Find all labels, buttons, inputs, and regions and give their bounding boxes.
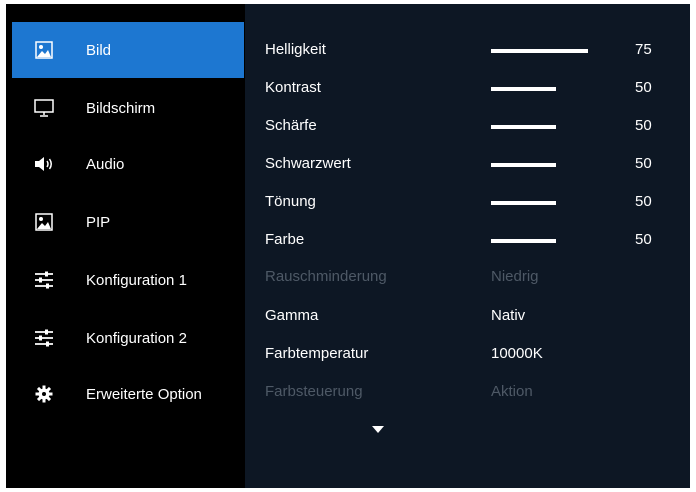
setting-label: Farbtemperatur: [265, 345, 369, 362]
level-bar[interactable]: [491, 87, 556, 91]
setting-value: 50: [635, 231, 652, 248]
setting-label: Schwarzwert: [265, 155, 351, 172]
level-bar[interactable]: [491, 201, 556, 205]
level-bar[interactable]: [491, 125, 556, 129]
sidebar-item-konfiguration-1[interactable]: Konfiguration 1: [12, 252, 244, 308]
sidebar-item-label: Bildschirm: [86, 99, 156, 117]
setting-value: 50: [635, 193, 652, 210]
sidebar-item-label: Konfiguration 2: [86, 329, 187, 347]
setting-label: Schärfe: [265, 117, 317, 134]
setting-row-schwarzwert[interactable]: Schwarzwert 50: [265, 155, 665, 175]
setting-row-farbtemperatur[interactable]: Farbtemperatur 10000K: [265, 345, 665, 365]
sliders-icon: [22, 329, 66, 347]
setting-row-schaerfe[interactable]: Schärfe 50: [265, 117, 665, 137]
gear-icon: [22, 385, 66, 403]
picture-icon: [22, 213, 66, 231]
setting-row-toenung[interactable]: Tönung 50: [265, 193, 665, 213]
scroll-down-arrow-icon[interactable]: [372, 426, 384, 433]
setting-label: Helligkeit: [265, 41, 326, 58]
setting-value: 50: [635, 117, 652, 134]
picture-icon: [22, 41, 66, 59]
sidebar-item-label: Konfiguration 1: [86, 271, 187, 289]
setting-value: 50: [635, 79, 652, 96]
setting-label: Farbe: [265, 231, 305, 248]
setting-row-farbe[interactable]: Farbe 50: [265, 231, 665, 251]
setting-label: Rauschminderung: [265, 268, 387, 285]
setting-row-helligkeit[interactable]: Helligkeit 75: [265, 41, 665, 61]
speaker-icon: [22, 155, 66, 173]
setting-value: Niedrig: [491, 268, 539, 285]
monitor-icon: [22, 99, 66, 117]
setting-label: Tönung: [265, 193, 316, 210]
sidebar-item-label: Erweiterte Option: [86, 385, 202, 403]
sidebar-item-label: Audio: [86, 155, 125, 173]
setting-value: 10000K: [491, 345, 543, 362]
setting-label: Gamma: [265, 307, 319, 324]
setting-label: Kontrast: [265, 79, 321, 96]
setting-row-kontrast[interactable]: Kontrast 50: [265, 79, 665, 99]
sidebar-item-erweiterte-option[interactable]: Erweiterte Option: [12, 366, 244, 422]
sidebar-item-bild[interactable]: Bild: [12, 22, 244, 78]
level-bar[interactable]: [491, 163, 556, 167]
setting-value: 50: [635, 155, 652, 172]
level-bar[interactable]: [491, 49, 588, 53]
setting-value: 75: [635, 41, 652, 58]
sliders-icon: [22, 271, 66, 289]
setting-row-rauschminderung: Rauschminderung Niedrig: [265, 268, 665, 288]
level-bar[interactable]: [491, 239, 556, 243]
setting-label: Farbsteuerung: [265, 383, 363, 400]
setting-value: Nativ: [491, 307, 526, 324]
sidebar-item-audio[interactable]: Audio: [12, 136, 244, 192]
sidebar-item-label: PIP: [86, 213, 111, 231]
setting-row-farbsteuerung: Farbsteuerung Aktion: [265, 383, 665, 403]
sidebar-item-pip[interactable]: PIP: [12, 194, 244, 250]
sidebar-item-konfiguration-2[interactable]: Konfiguration 2: [12, 310, 244, 366]
sidebar-item-bildschirm[interactable]: Bildschirm: [12, 80, 244, 136]
setting-row-gamma[interactable]: Gamma Nativ: [265, 307, 665, 327]
sidebar-item-label: Bild: [86, 41, 112, 59]
setting-value: Aktion: [491, 383, 533, 400]
